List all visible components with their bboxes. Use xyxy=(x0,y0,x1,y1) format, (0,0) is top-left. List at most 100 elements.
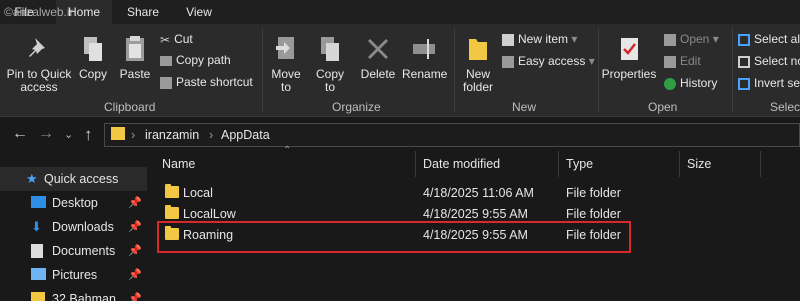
pin-to-quick-access-button[interactable]: Pin to Quick access xyxy=(2,34,76,94)
navigation-pane: ★ Quick access Desktop 📌 ⬇ Downloads 📌 D… xyxy=(0,151,147,301)
nav-item-label: Quick access xyxy=(44,172,119,186)
easy-access-button[interactable]: Easy access ▾ xyxy=(502,51,595,71)
column-header-size[interactable]: Size xyxy=(687,157,711,171)
history-button[interactable]: History xyxy=(664,73,717,93)
picture-icon xyxy=(31,268,46,280)
open-group-label: Open xyxy=(648,100,678,114)
new-folder-label: New folder xyxy=(462,67,494,94)
file-date: 4/18/2025 11:06 AM xyxy=(423,186,534,200)
pin-label: Pin to Quick access xyxy=(6,67,72,94)
tab-view[interactable]: View xyxy=(176,0,222,24)
group-separator xyxy=(454,28,455,112)
copy-to-button[interactable]: Copy to xyxy=(310,34,350,94)
easy-access-label: Easy access xyxy=(518,54,586,68)
column-header-name[interactable]: Name xyxy=(162,157,195,171)
move-to-label: Move to xyxy=(271,67,301,94)
nav-item-32-bahman[interactable]: 32 Bahman 📌 xyxy=(0,287,147,301)
download-icon: ⬇ xyxy=(31,219,42,234)
invert-selection-icon xyxy=(738,77,750,90)
properties-button[interactable]: Properties xyxy=(600,34,658,81)
nav-item-downloads[interactable]: ⬇ Downloads 📌 xyxy=(0,215,147,239)
file-type: File folder xyxy=(566,207,621,221)
group-separator xyxy=(732,28,733,112)
new-item-icon xyxy=(502,33,514,46)
nav-item-label: 32 Bahman xyxy=(52,292,116,301)
pin-icon[interactable]: 📌 xyxy=(128,239,142,263)
copy-path-button[interactable]: Copy path xyxy=(160,50,231,70)
properties-label: Properties xyxy=(601,67,657,81)
column-separator[interactable] xyxy=(679,151,680,177)
file-date: 4/18/2025 9:55 AM xyxy=(423,207,528,221)
nav-item-pictures[interactable]: Pictures 📌 xyxy=(0,263,147,287)
column-separator[interactable] xyxy=(760,151,761,177)
document-icon xyxy=(31,244,43,258)
ribbon: Pin to Quick access Copy Paste ✂ Cut Copy… xyxy=(0,24,800,117)
clipboard-group-label: Clipboard xyxy=(104,100,156,114)
sort-ascending-icon: ⌃ xyxy=(283,145,292,156)
column-header-type[interactable]: Type xyxy=(566,157,593,171)
up-arrow-icon[interactable]: ↑ xyxy=(84,125,93,145)
new-folder-icon xyxy=(469,39,487,60)
invert-selection-label: Invert se xyxy=(754,76,800,90)
navigation-bar: ← → ⌄ ↑ › iranzamin › AppData xyxy=(0,117,800,151)
back-arrow-icon[interactable]: ← xyxy=(12,125,28,143)
pin-icon[interactable]: 📌 xyxy=(128,215,142,239)
cut-button[interactable]: ✂ Cut xyxy=(160,29,193,49)
folder-icon xyxy=(111,127,125,140)
column-separator[interactable] xyxy=(558,151,559,177)
star-icon: ★ xyxy=(26,171,38,186)
pin-icon[interactable]: 📌 xyxy=(128,191,142,215)
copy-button[interactable]: Copy xyxy=(76,34,110,81)
delete-button[interactable]: Delete xyxy=(358,34,398,81)
history-label: History xyxy=(680,76,718,90)
nav-item-desktop[interactable]: Desktop 📌 xyxy=(0,191,147,215)
folder-icon xyxy=(31,292,45,301)
recent-locations-chevron-icon[interactable]: ⌄ xyxy=(64,128,73,141)
new-item-button[interactable]: New item ▾ xyxy=(502,29,577,49)
rename-icon xyxy=(413,39,435,59)
table-row[interactable]: Local 4/18/2025 11:06 AM File folder xyxy=(157,182,633,204)
address-bar[interactable]: › iranzamin › AppData xyxy=(104,123,800,147)
breadcrumb-appdata[interactable]: AppData xyxy=(221,128,270,142)
clipboard-icon xyxy=(126,36,144,61)
edit-button[interactable]: Edit xyxy=(664,51,701,71)
new-item-label: New item xyxy=(518,32,569,46)
nav-item-label: Documents xyxy=(52,244,116,258)
forward-arrow-icon[interactable]: → xyxy=(38,125,54,143)
pin-icon[interactable]: 📌 xyxy=(128,287,142,301)
rename-button[interactable]: Rename xyxy=(402,34,447,81)
organize-group-label: Organize xyxy=(332,100,381,114)
cut-label: Cut xyxy=(174,32,193,46)
column-separator[interactable] xyxy=(415,151,416,177)
open-button[interactable]: Open ▾ xyxy=(664,29,719,49)
nav-item-quick-access[interactable]: ★ Quick access xyxy=(0,167,147,191)
file-name: LocalLow xyxy=(183,207,236,221)
pin-icon[interactable]: 📌 xyxy=(128,263,142,287)
paste-shortcut-button[interactable]: Paste shortcut xyxy=(160,72,253,92)
folder-icon xyxy=(165,205,179,219)
paste-label: Paste xyxy=(119,67,151,81)
move-to-button[interactable]: Move to xyxy=(266,34,306,94)
select-all-button[interactable]: Select al xyxy=(738,29,800,49)
file-name: Local xyxy=(183,186,213,200)
file-type: File folder xyxy=(566,186,621,200)
paste-button[interactable]: Paste xyxy=(116,34,154,81)
desktop-icon xyxy=(31,196,46,208)
copy-icon xyxy=(84,37,102,61)
column-header-date-modified[interactable]: Date modified xyxy=(423,157,500,171)
easy-access-icon xyxy=(502,55,514,68)
select-all-label: Select al xyxy=(754,32,800,46)
breadcrumb-separator-icon: › xyxy=(131,128,136,142)
breadcrumb-iranzamin[interactable]: iranzamin xyxy=(145,128,199,142)
new-folder-button[interactable]: New folder xyxy=(458,34,498,94)
nav-item-documents[interactable]: Documents 📌 xyxy=(0,239,147,263)
breadcrumb-separator-icon: › xyxy=(209,128,214,142)
copy-label: Copy xyxy=(78,67,107,81)
open-label: Open xyxy=(680,32,710,46)
folder-icon xyxy=(165,184,179,198)
select-none-button[interactable]: Select no xyxy=(738,51,800,71)
invert-selection-button[interactable]: Invert se xyxy=(738,73,800,93)
tab-share[interactable]: Share xyxy=(118,0,168,24)
paste-shortcut-label: Paste shortcut xyxy=(176,75,253,89)
watermark: ©anzalweb.ir xyxy=(4,5,74,19)
